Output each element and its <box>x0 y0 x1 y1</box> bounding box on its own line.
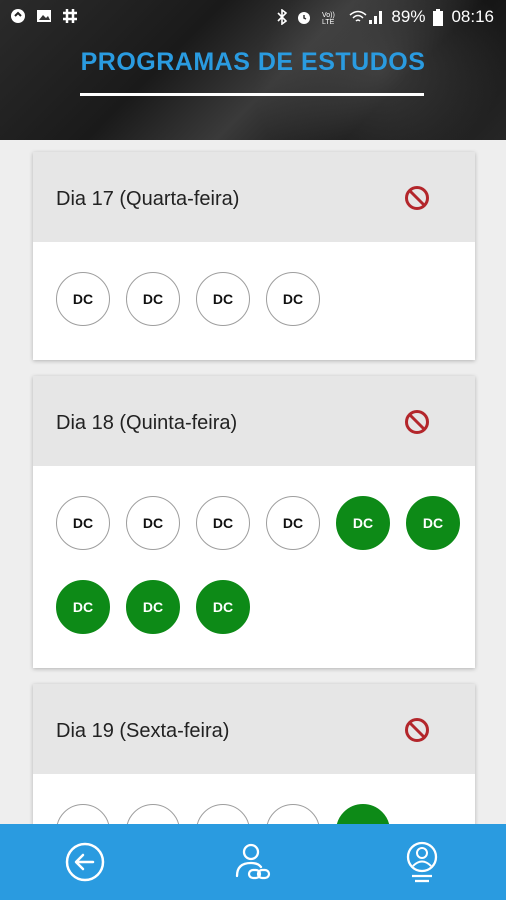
day-label: Dia 19 (Sexta-feira) <box>56 720 230 742</box>
study-item-completed[interactable]: DC <box>56 580 110 634</box>
day-label: Dia 18 (Quinta-feira) <box>56 412 238 434</box>
back-arrow-icon[interactable] <box>63 840 107 884</box>
block-icon[interactable] <box>404 185 430 211</box>
study-item-completed[interactable]: DC <box>126 580 180 634</box>
header: Vo)) LTE 89% 08:16 PROGRAMAS DE ESTUDOS <box>0 0 506 140</box>
notification-app-icon <box>11 9 25 23</box>
study-item[interactable]: DC <box>266 496 320 550</box>
user-link-icon[interactable] <box>231 840 275 884</box>
alarm-icon <box>298 12 311 24</box>
study-item[interactable]: DC <box>196 804 250 824</box>
study-item[interactable]: DC <box>266 272 320 326</box>
day-card-header: Dia 19 (Sexta-feira) <box>33 684 475 774</box>
study-item[interactable]: DC <box>56 272 110 326</box>
study-item[interactable]: DC <box>266 804 320 824</box>
study-program-list[interactable]: Dia 17 (Quarta-feira) DC DC DC DC Dia 18… <box>0 140 506 824</box>
svg-text:Vo)): Vo)) <box>322 12 335 19</box>
day-card: Dia 17 (Quarta-feira) DC DC DC DC <box>33 152 475 360</box>
volte-icon: Vo))LTE <box>322 12 335 25</box>
study-item[interactable]: DC <box>126 272 180 326</box>
bottom-navigation <box>0 824 506 900</box>
day-label: Dia 17 (Quarta-feira) <box>56 188 240 210</box>
study-item-completed[interactable]: DC <box>196 580 250 634</box>
day-card-body: DC DC DC DC DC DC DC DC DC <box>33 466 475 664</box>
svg-text:LTE: LTE <box>322 19 335 25</box>
day-card: Dia 18 (Quinta-feira) DC DC DC DC DC DC … <box>33 376 475 668</box>
battery-icon <box>433 8 444 26</box>
study-item[interactable]: DC <box>196 272 250 326</box>
study-item-completed[interactable]: DC <box>406 496 460 550</box>
slack-icon <box>63 9 77 23</box>
clock: 08:16 <box>451 7 494 26</box>
day-card-body: DC DC DC DC DC <box>33 774 475 824</box>
day-card-header: Dia 18 (Quinta-feira) <box>33 376 475 466</box>
page-title: PROGRAMAS DE ESTUDOS <box>80 48 426 76</box>
day-card-header: Dia 17 (Quarta-feira) <box>33 152 475 242</box>
study-item[interactable]: DC <box>56 496 110 550</box>
study-item[interactable]: DC <box>56 804 110 824</box>
title-underline <box>80 93 424 96</box>
block-icon[interactable] <box>404 409 430 435</box>
battery-level: 89% <box>391 7 426 26</box>
status-bar: Vo)) LTE 89% 08:16 <box>0 0 506 34</box>
study-item[interactable]: DC <box>126 804 180 824</box>
study-item-completed[interactable]: DC <box>336 804 390 824</box>
study-item[interactable]: DC <box>126 496 180 550</box>
study-item[interactable]: DC <box>196 496 250 550</box>
day-card: Dia 19 (Sexta-feira) DC DC DC DC DC <box>33 684 475 824</box>
block-icon[interactable] <box>404 717 430 743</box>
day-card-body: DC DC DC DC <box>33 242 475 356</box>
image-icon <box>37 10 51 22</box>
study-item-completed[interactable]: DC <box>336 496 390 550</box>
bluetooth-icon <box>277 9 288 25</box>
wifi-signal-icon <box>349 10 383 24</box>
profile-icon[interactable] <box>400 840 444 884</box>
